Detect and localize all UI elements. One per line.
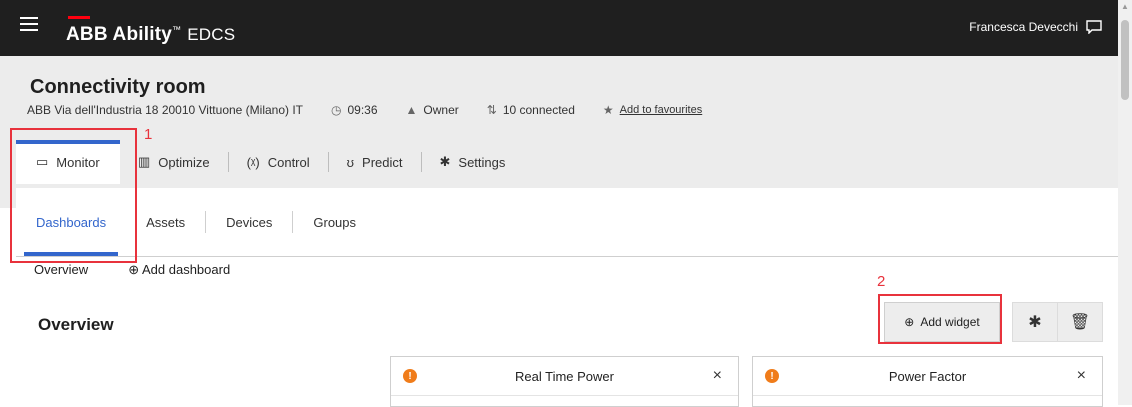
trash-icon: 🗑 xyxy=(1069,314,1091,331)
address: ABB Via dell'Industria 18 20010 Vittuone… xyxy=(27,103,304,117)
user-name[interactable]: Francesca Devecchi xyxy=(969,20,1078,34)
annotation-box-2 xyxy=(878,294,1002,344)
tab-label: Control xyxy=(267,154,310,170)
gear-icon: ✱ xyxy=(439,154,451,169)
add-dashboard-label: Add dashboard xyxy=(142,262,231,277)
subnav-groups[interactable]: Groups xyxy=(293,188,376,256)
role: Owner xyxy=(423,103,459,117)
brand-accent-bar xyxy=(68,16,90,19)
clock-icon: ◷ xyxy=(331,103,342,117)
close-icon[interactable]: × xyxy=(1077,367,1086,385)
tab-label: Settings xyxy=(458,154,506,170)
brand-logo: ABB Ability™ EDCS xyxy=(66,24,236,45)
dashboard-list: Overview ⊕ Add dashboard xyxy=(34,262,230,278)
scroll-up-icon[interactable]: ▲ xyxy=(1121,2,1129,11)
widget-header: ! Real Time Power × xyxy=(391,357,738,396)
tab-settings[interactable]: ✱ Settings xyxy=(422,140,524,184)
add-to-favourites-link[interactable]: Add to favourites xyxy=(620,104,703,116)
tab-label: Predict xyxy=(362,154,403,170)
widget-header: ! Power Factor × xyxy=(753,357,1102,396)
tab-predict[interactable]: ʊ Predict xyxy=(329,140,421,184)
annotation-number-2: 2 xyxy=(877,273,886,290)
sub-navigation: Dashboards Assets Devices Groups xyxy=(16,188,1118,257)
top-bar: ABB Ability™ EDCS Francesca Devecchi xyxy=(0,0,1118,56)
user-icon: ▲ xyxy=(405,103,418,117)
scrollbar[interactable]: ▲ xyxy=(1118,0,1132,405)
antenna-icon: (ᵡ) xyxy=(246,154,260,170)
plus-circle-icon: ⊕ xyxy=(128,262,140,277)
subnav-assets[interactable]: Assets xyxy=(126,188,205,256)
time: 09:36 xyxy=(347,103,378,117)
tab-control[interactable]: (ᵡ) Control xyxy=(229,140,328,184)
add-dashboard-button[interactable]: ⊕ Add dashboard xyxy=(128,262,230,278)
connected-count: 10 connected xyxy=(502,103,575,117)
chat-icon[interactable] xyxy=(1086,20,1102,34)
subnav-devices[interactable]: Devices xyxy=(206,188,292,256)
user-menu[interactable]: Francesca Devecchi xyxy=(969,20,1102,34)
scrollbar-thumb[interactable] xyxy=(1121,20,1129,100)
bar-chart-icon: ▥ xyxy=(138,154,151,169)
annotation-box-1 xyxy=(10,128,137,263)
dashboard-settings-button[interactable]: ✱ xyxy=(1012,302,1058,342)
location-meta: ABB Via dell'Industria 18 20010 Vittuone… xyxy=(27,103,702,117)
menu-icon[interactable] xyxy=(20,17,38,31)
close-icon[interactable]: × xyxy=(713,367,722,385)
widget-title: Power Factor xyxy=(888,368,967,384)
warning-icon: ! xyxy=(403,369,417,383)
tab-label: Optimize xyxy=(158,154,210,170)
warning-icon: ! xyxy=(765,369,779,383)
gear-icon: ✱ xyxy=(1028,314,1042,331)
stethoscope-icon: ʊ xyxy=(346,154,355,170)
widget-title: Real Time Power xyxy=(515,368,614,384)
section-title: Overview xyxy=(38,315,114,334)
connection-icon: ⇅ xyxy=(486,103,497,117)
widget-power-factor: ! Power Factor × xyxy=(752,356,1103,407)
star-icon[interactable]: ★ xyxy=(603,103,614,117)
page-title: Connectivity room xyxy=(30,76,206,98)
dashboard-tab-overview[interactable]: Overview xyxy=(34,262,88,278)
delete-dashboard-button[interactable]: 🗑 xyxy=(1057,302,1103,342)
widget-real-time-power: ! Real Time Power × xyxy=(390,356,739,407)
annotation-number-1: 1 xyxy=(144,126,153,143)
